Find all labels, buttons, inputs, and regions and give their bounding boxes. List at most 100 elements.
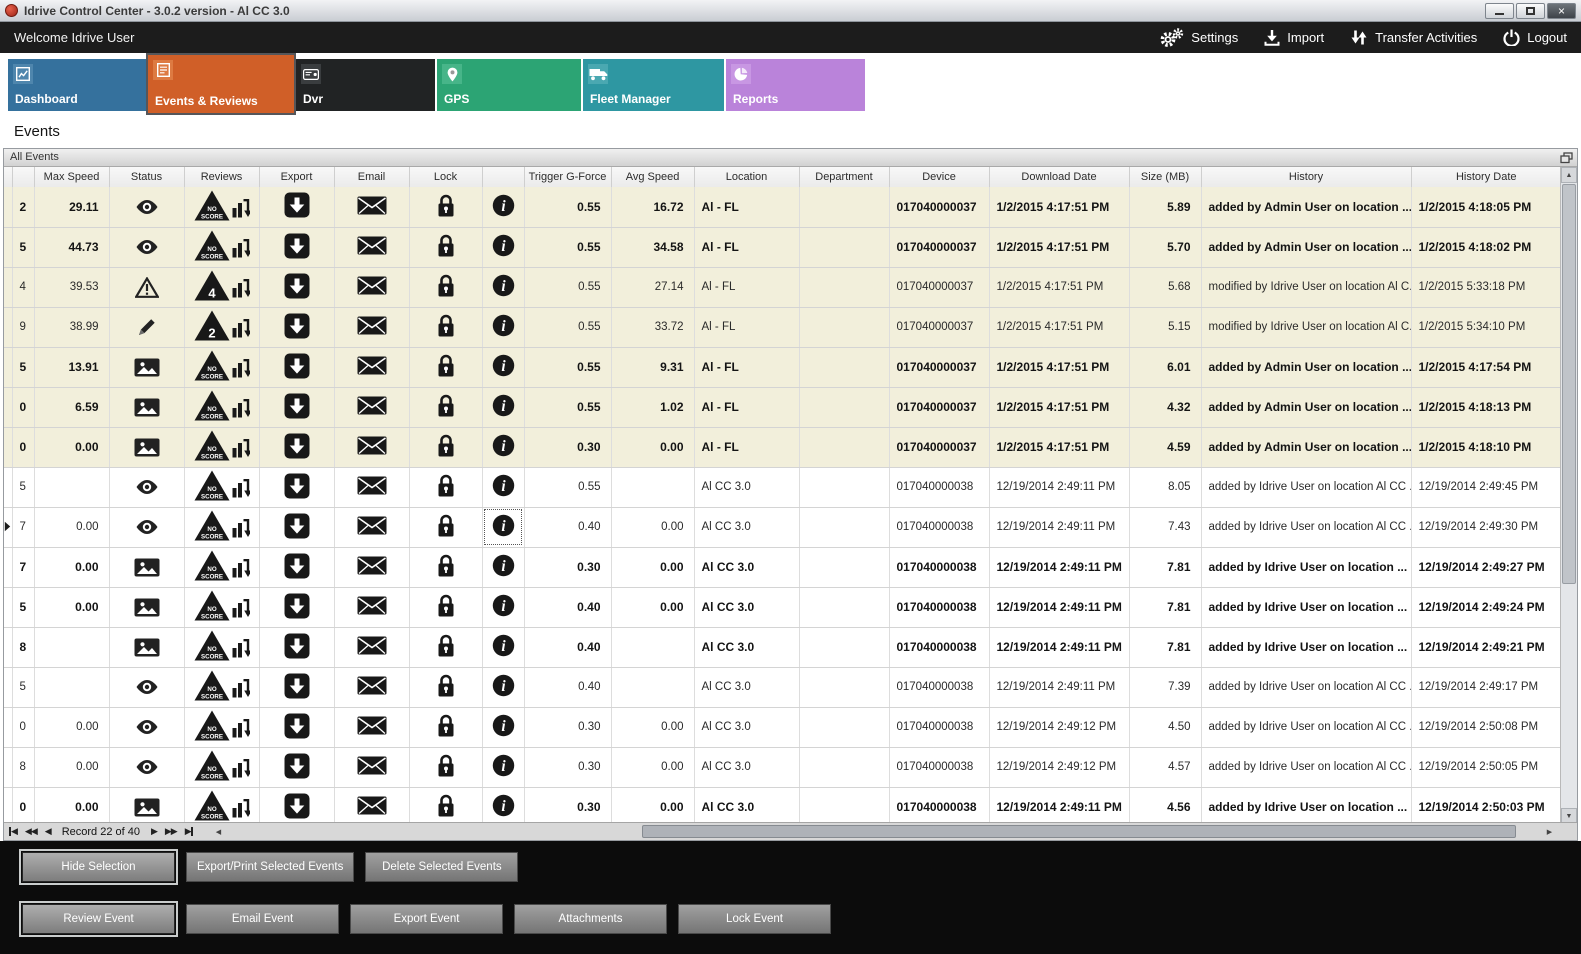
- reviews-cell[interactable]: NOSCORE: [184, 667, 259, 707]
- review-stats-icon[interactable]: [232, 438, 250, 461]
- export-icon[interactable]: [284, 553, 310, 579]
- table-row[interactable]: 00.00NOSCOREi0.300.00Al CC 3.00170400000…: [4, 707, 1560, 747]
- info-cell[interactable]: i: [482, 507, 524, 547]
- export-cell[interactable]: [259, 667, 334, 707]
- email-cell[interactable]: [334, 587, 409, 627]
- tab-gps[interactable]: GPS: [437, 59, 581, 111]
- column-header-history-date[interactable]: History Date: [1411, 167, 1560, 187]
- export-print-selected-events-button[interactable]: Export/Print Selected Events: [186, 852, 354, 882]
- review-stats-icon[interactable]: [232, 318, 250, 341]
- nav-next-button[interactable]: ▶: [151, 826, 157, 837]
- export-cell[interactable]: [259, 267, 334, 307]
- info-icon[interactable]: i: [492, 674, 515, 697]
- close-button[interactable]: ×: [1547, 3, 1576, 19]
- email-icon[interactable]: [357, 756, 387, 775]
- info-icon[interactable]: i: [492, 434, 515, 457]
- tab-fleet-manager[interactable]: Fleet Manager: [583, 59, 724, 111]
- export-cell[interactable]: [259, 587, 334, 627]
- column-header-avg-speed[interactable]: Avg Speed: [611, 167, 694, 187]
- lock-icon[interactable]: [436, 793, 456, 818]
- export-icon[interactable]: [284, 753, 310, 779]
- reviews-cell[interactable]: NOSCORE: [184, 747, 259, 787]
- info-cell[interactable]: i: [482, 267, 524, 307]
- review-stats-icon[interactable]: [232, 238, 250, 261]
- review-score-icon[interactable]: NOSCORE: [194, 670, 230, 701]
- lock-icon[interactable]: [436, 513, 456, 538]
- reviews-cell[interactable]: NOSCORE: [184, 227, 259, 267]
- table-row[interactable]: 70.00NOSCOREi0.400.00Al CC 3.00170400000…: [4, 507, 1560, 547]
- review-stats-icon[interactable]: [232, 638, 250, 661]
- email-icon[interactable]: [357, 636, 387, 655]
- lock-cell[interactable]: [409, 627, 482, 667]
- reviews-cell[interactable]: NOSCORE: [184, 587, 259, 627]
- info-cell[interactable]: i: [482, 227, 524, 267]
- lock-cell[interactable]: [409, 747, 482, 787]
- lock-icon[interactable]: [436, 233, 456, 258]
- tab-dvr[interactable]: Dvr: [296, 59, 435, 111]
- export-icon[interactable]: [284, 473, 310, 499]
- info-icon[interactable]: i: [492, 714, 515, 737]
- table-row[interactable]: 544.73NOSCOREi0.5534.58Al - FL0170400000…: [4, 227, 1560, 267]
- email-cell[interactable]: [334, 467, 409, 507]
- email-icon[interactable]: [357, 356, 387, 375]
- email-icon[interactable]: [357, 436, 387, 455]
- email-cell[interactable]: [334, 187, 409, 227]
- email-cell[interactable]: [334, 387, 409, 427]
- column-header-department[interactable]: Department: [799, 167, 889, 187]
- lock-icon[interactable]: [436, 593, 456, 618]
- email-cell[interactable]: [334, 507, 409, 547]
- review-score-icon[interactable]: NOSCORE: [194, 350, 230, 381]
- column-header-history[interactable]: History: [1201, 167, 1411, 187]
- email-icon[interactable]: [357, 556, 387, 575]
- table-row[interactable]: 513.91NOSCOREi0.559.31Al - FL01704000003…: [4, 347, 1560, 387]
- email-cell[interactable]: [334, 227, 409, 267]
- info-icon[interactable]: i: [492, 514, 515, 537]
- reviews-cell[interactable]: NOSCORE: [184, 187, 259, 227]
- export-icon[interactable]: [284, 313, 310, 339]
- review-stats-icon[interactable]: [232, 518, 250, 541]
- email-cell[interactable]: [334, 347, 409, 387]
- email-icon[interactable]: [357, 476, 387, 495]
- email-cell[interactable]: [334, 747, 409, 787]
- lock-cell[interactable]: [409, 427, 482, 467]
- lock-icon[interactable]: [436, 673, 456, 698]
- export-icon[interactable]: [284, 273, 310, 299]
- lock-cell[interactable]: [409, 267, 482, 307]
- review-score-icon[interactable]: NOSCORE: [194, 510, 230, 541]
- column-header-reviews[interactable]: Reviews: [184, 167, 259, 187]
- info-cell[interactable]: i: [482, 787, 524, 824]
- column-header-location[interactable]: Location: [694, 167, 799, 187]
- review-score-icon[interactable]: NOSCORE: [194, 430, 230, 461]
- column-header[interactable]: [4, 167, 12, 187]
- table-row[interactable]: 80.00NOSCOREi0.300.00Al CC 3.00170400000…: [4, 747, 1560, 787]
- logout-button[interactable]: Logout: [1503, 29, 1567, 46]
- review-score-icon[interactable]: NOSCORE: [194, 710, 230, 741]
- export-icon[interactable]: [284, 593, 310, 619]
- review-stats-icon[interactable]: [232, 758, 250, 781]
- lock-cell[interactable]: [409, 587, 482, 627]
- review-stats-icon[interactable]: [232, 198, 250, 221]
- review-event-button[interactable]: Review Event: [22, 904, 175, 934]
- export-cell[interactable]: [259, 467, 334, 507]
- review-score-icon[interactable]: NOSCORE: [194, 190, 230, 221]
- email-icon[interactable]: [357, 676, 387, 695]
- email-icon[interactable]: [357, 236, 387, 255]
- column-header-size-mb[interactable]: Size (MB): [1129, 167, 1201, 187]
- review-stats-icon[interactable]: [232, 358, 250, 381]
- scroll-right-icon[interactable]: ▶: [1543, 825, 1556, 838]
- column-header-trigger-g-force[interactable]: Trigger G-Force: [524, 167, 611, 187]
- vertical-scrollbar[interactable]: ▲ ▼: [1560, 167, 1577, 824]
- email-icon[interactable]: [357, 276, 387, 295]
- review-stats-icon[interactable]: [232, 798, 250, 821]
- export-icon[interactable]: [284, 233, 310, 259]
- info-cell[interactable]: i: [482, 427, 524, 467]
- delete-selected-events-button[interactable]: Delete Selected Events: [365, 852, 518, 882]
- info-icon[interactable]: i: [492, 234, 515, 257]
- export-icon[interactable]: [284, 793, 310, 819]
- info-icon[interactable]: i: [492, 554, 515, 577]
- lock-cell[interactable]: [409, 307, 482, 347]
- info-icon[interactable]: i: [492, 754, 515, 777]
- email-icon[interactable]: [357, 196, 387, 215]
- reviews-cell[interactable]: NOSCORE: [184, 467, 259, 507]
- table-row[interactable]: 70.00NOSCOREi0.300.00Al CC 3.00170400000…: [4, 547, 1560, 587]
